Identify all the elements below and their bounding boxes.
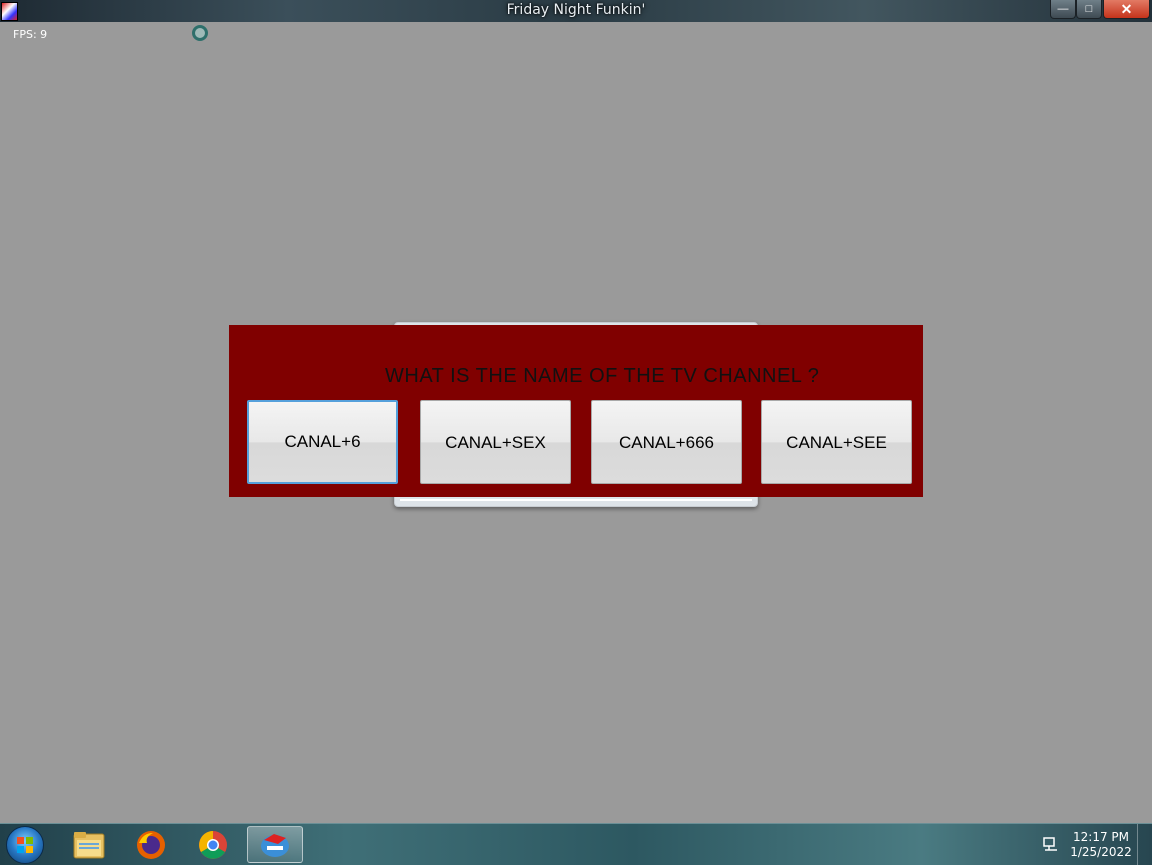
answer-button-2[interactable]: CANAL+SEX — [420, 400, 571, 484]
loading-spinner-icon — [192, 25, 208, 41]
file-explorer-button[interactable] — [61, 826, 117, 863]
quiz-panel: WHAT IS THE NAME OF THE TV CHANNEL ? CAN… — [229, 325, 923, 497]
minimize-icon: — — [1057, 3, 1069, 15]
game-canvas[interactable]: FPS: 9 WHAT IS THE NAME OF THE TV CHANNE… — [0, 22, 1152, 823]
clock-time: 12:17 PM — [1073, 830, 1129, 844]
window-title: Friday Night Funkin' — [506, 2, 646, 18]
answer-button-3[interactable]: CANAL+666 — [591, 400, 742, 484]
quiz-question: WHAT IS THE NAME OF THE TV CHANNEL ? — [385, 365, 820, 387]
fps-counter: FPS: 9 — [13, 28, 48, 41]
network-icon[interactable] — [1042, 836, 1060, 852]
friday-night-funkin-button[interactable] — [247, 826, 303, 863]
friday-night-funkin-icon — [261, 833, 289, 857]
system-clock[interactable]: 12:17 PM 1/25/2022 — [1068, 830, 1134, 860]
taskbar: 12:17 PM 1/25/2022 — [0, 823, 1152, 865]
chrome-icon — [199, 830, 227, 859]
restore-icon: □ — [1085, 3, 1093, 15]
firefox-button[interactable] — [123, 826, 179, 863]
chrome-button[interactable] — [185, 826, 241, 863]
start-button[interactable] — [6, 826, 44, 864]
answer-button-4[interactable]: CANAL+SEE — [761, 400, 912, 484]
folder-icon — [73, 831, 105, 858]
minimize-button[interactable]: — — [1050, 0, 1076, 19]
window-title-bar[interactable]: Friday Night Funkin' — □ ✕ — [0, 0, 1152, 22]
close-button[interactable]: ✕ — [1103, 0, 1150, 19]
maximize-button[interactable]: □ — [1076, 0, 1102, 19]
answer-button-1[interactable]: CANAL+6 — [247, 400, 398, 484]
clock-date: 1/25/2022 — [1070, 845, 1132, 859]
close-icon: ✕ — [1120, 1, 1133, 17]
windows-logo-icon — [17, 837, 33, 853]
firefox-icon — [137, 830, 165, 859]
show-desktop-button[interactable] — [1137, 824, 1152, 865]
message-box-edge — [400, 499, 752, 501]
